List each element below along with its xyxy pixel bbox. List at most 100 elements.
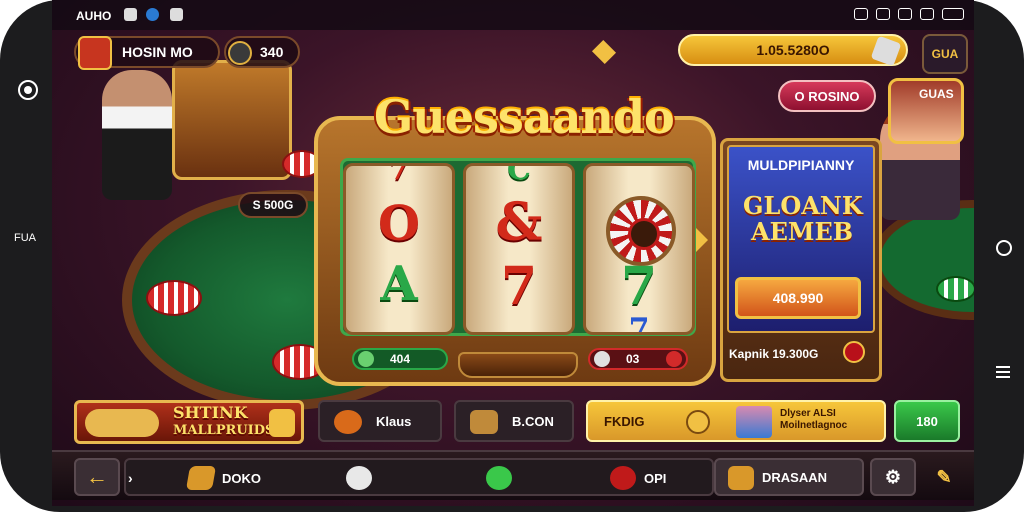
reel-2: C & 7 — [463, 163, 575, 335]
nav-item-drasaan-label: DRASAAN — [762, 469, 827, 485]
reel-symbol: 7 — [500, 256, 538, 317]
logo-line2: MALLPRUIDS — [173, 423, 275, 438]
green-counter-button[interactable]: 180 — [894, 400, 960, 442]
menu-icon[interactable] — [996, 366, 1010, 378]
skull-icon — [346, 466, 372, 490]
bottom-navigation: ← › DOKO OPI DRASAAN ⚙ ✎ — [52, 450, 974, 500]
dealer-figure — [102, 70, 172, 200]
slot-machine-background — [172, 60, 292, 180]
green-counter-value: 180 — [916, 413, 938, 429]
reel-symbol: 7 — [620, 256, 658, 317]
notification-icon — [124, 8, 137, 21]
pencil-icon: ✎ — [936, 466, 952, 487]
chip-stack-icon — [936, 276, 974, 302]
info-icon[interactable] — [843, 341, 865, 363]
image-icon — [170, 8, 183, 21]
event-banner[interactable]: FKDIG Dlyser ALSI Moilnetlagnoc — [586, 400, 886, 442]
rosino-button[interactable]: O ROSINO — [778, 80, 876, 112]
reel-3: 7 7 — [583, 163, 695, 335]
klaus-label: Klaus — [376, 413, 412, 429]
status-icons — [854, 8, 964, 20]
back-button[interactable]: ← — [74, 458, 120, 496]
nav-item-doko-label: DOKO — [222, 470, 261, 486]
klaus-button[interactable]: Klaus — [318, 400, 442, 442]
nav-item-drasaan[interactable]: DRASAAN — [714, 458, 864, 496]
settings-button[interactable]: ⚙ — [870, 458, 916, 496]
logo-line1: SHTINK — [173, 403, 248, 422]
win-value: 404 — [390, 352, 411, 366]
chip-icon — [594, 351, 610, 367]
chip-icon — [610, 466, 636, 490]
bcon-button[interactable]: B.CON — [454, 400, 574, 442]
reel-symbol: 7 — [628, 312, 650, 335]
chip-stack-icon — [146, 280, 202, 316]
vibrate-icon — [854, 8, 868, 20]
promo-button[interactable]: 408.990 — [735, 277, 861, 319]
signal-icon — [920, 8, 934, 20]
logo-text: SHTINK MALLPRUIDS — [173, 405, 274, 439]
coin-amount: 1.05.5280O — [756, 42, 830, 58]
event-description: Dlyser ALSI Moilnetlagnoc — [780, 408, 848, 431]
phone-frame: FUA AUHO HOSIN MO 340 1.05.5280O GUA O R… — [0, 0, 1024, 512]
status-bar: AUHO — [52, 0, 974, 30]
bcon-label: B.CON — [512, 413, 554, 429]
table-bet-value: S 500G — [252, 198, 294, 212]
coin-balance[interactable]: 1.05.5280O — [678, 34, 908, 67]
add-coins-icon[interactable] — [870, 35, 902, 67]
promo-title: MULDPIPIANNY — [747, 157, 855, 173]
reel-symbol: C — [507, 163, 531, 187]
fruit-icon — [334, 410, 362, 434]
player-badge-icon — [78, 36, 112, 70]
shtink-logo-button[interactable]: SHTINK MALLPRUIDS — [74, 400, 304, 444]
table-bet-label[interactable]: S 500G — [238, 192, 308, 218]
avatar-label: GUAS — [919, 87, 954, 101]
win-counter: 404 — [352, 348, 448, 370]
nav-item-skull[interactable] — [346, 464, 380, 492]
home-icon[interactable] — [996, 240, 1012, 256]
record-icon[interactable] — [18, 80, 38, 100]
spin-lever[interactable] — [458, 352, 578, 378]
nav-item-opi[interactable]: OPI — [610, 464, 666, 492]
slot-machine: 7 O A C & 7 7 7 404 03 — [314, 116, 716, 386]
battery-icon — [942, 8, 964, 20]
reel-symbol: O — [378, 196, 420, 252]
player-profile[interactable]: HOSIN MO — [74, 36, 220, 70]
promo-card[interactable]: MULDPIPIANNY GLOANK AEMEB 408.990 Kapnik… — [720, 138, 882, 382]
clover-icon — [358, 351, 374, 367]
logo-emblem-icon — [85, 409, 159, 437]
minus-icon[interactable] — [666, 351, 682, 367]
status-time: AUHO — [76, 9, 112, 23]
game-title: Guessaando — [374, 90, 675, 144]
mascot-icon — [269, 409, 295, 437]
reel-window: 7 O A C & 7 7 7 — [340, 158, 696, 336]
wifi-icon — [876, 8, 890, 20]
host-avatar[interactable]: GUAS — [888, 78, 964, 144]
game-screen: AUHO HOSIN MO 340 1.05.5280O GUA O ROSIN… — [52, 0, 974, 506]
chevron-right-icon[interactable]: › — [128, 470, 133, 486]
left-bezel: FUA — [0, 0, 52, 512]
gem-counter[interactable]: 340 — [224, 36, 300, 68]
promo-art-line1: GLOANK — [743, 191, 863, 220]
bet-value: 03 — [626, 352, 640, 366]
reel-symbol: 7 — [388, 163, 410, 187]
diamond-icon — [591, 39, 617, 65]
app-icon — [146, 8, 159, 21]
arrow-right-icon[interactable] — [696, 228, 708, 252]
trophy-icon — [185, 466, 217, 490]
nav-item-opi-label: OPI — [644, 470, 667, 486]
crate-icon — [470, 410, 498, 434]
gem-icon — [228, 41, 252, 65]
edit-button[interactable]: ✎ — [924, 458, 964, 496]
nav-item-search[interactable] — [486, 464, 520, 492]
event-label: FKDIG — [604, 413, 645, 429]
coin-icon — [686, 410, 710, 434]
nav-item-doko[interactable]: DOKO — [185, 464, 261, 492]
reel-symbol: A — [380, 256, 418, 312]
promo-panel: MULDPIPIANNY GLOANK AEMEB 408.990 — [727, 145, 875, 333]
side-label: FUA — [14, 232, 36, 244]
dice-icon — [728, 466, 754, 490]
sync-icon — [898, 8, 912, 20]
promo-artwork: GLOANK AEMEB — [743, 183, 863, 263]
nav-group: › DOKO OPI — [124, 458, 714, 496]
menu-button[interactable]: GUA — [922, 34, 968, 74]
